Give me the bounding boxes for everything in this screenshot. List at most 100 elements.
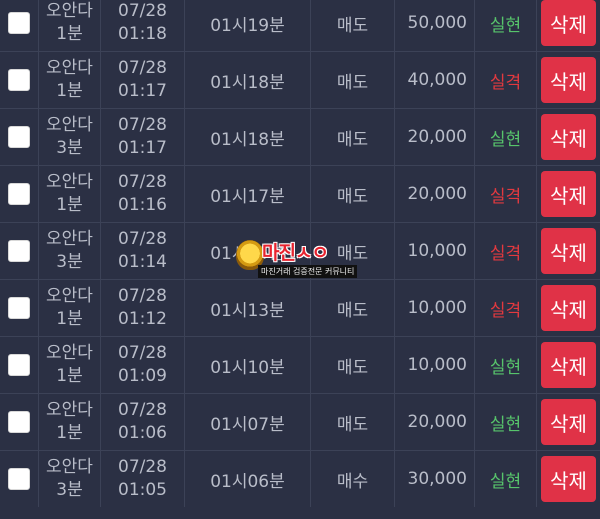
round-cell: 01시15분 (184, 223, 310, 279)
bet-time: 01:17 (118, 138, 167, 158)
game-cell: 오안다 3분 (38, 223, 100, 279)
game-name: 오안다 (46, 229, 93, 249)
delete-cell: 삭제 (536, 451, 600, 507)
bet-date: 07/28 (118, 1, 167, 21)
delete-button[interactable]: 삭제 (541, 456, 596, 502)
bet-date: 07/28 (118, 58, 167, 78)
game-interval: 3분 (56, 138, 83, 158)
result-cell: 실격 (474, 166, 536, 222)
round-cell: 01시07분 (184, 394, 310, 450)
result-cell: 실현 (474, 0, 536, 51)
amount-cell: 20,000 (394, 394, 474, 450)
round-cell: 01시13분 (184, 280, 310, 336)
row-checkbox[interactable] (8, 69, 30, 91)
select-cell (0, 394, 38, 450)
bet-date: 07/28 (118, 286, 167, 306)
table-row: 오안다 1분 07/28 01:17 01시18분 매도 40,000 실격 삭… (0, 51, 600, 108)
trade-type-cell: 매수 (310, 451, 394, 507)
round-cell: 01시19분 (184, 0, 310, 51)
table-row: 오안다 1분 07/28 01:12 01시13분 매도 10,000 실격 삭… (0, 279, 600, 336)
row-checkbox[interactable] (8, 240, 30, 262)
row-checkbox[interactable] (8, 126, 30, 148)
delete-button[interactable]: 삭제 (541, 228, 596, 274)
game-cell: 오안다 1분 (38, 337, 100, 393)
trade-type-cell: 매도 (310, 52, 394, 108)
result-cell: 실현 (474, 337, 536, 393)
trade-type-cell: 매도 (310, 394, 394, 450)
game-cell: 오안다 1분 (38, 52, 100, 108)
game-cell: 오안다 3분 (38, 109, 100, 165)
round-cell: 01시06분 (184, 451, 310, 507)
bet-time: 01:12 (118, 309, 167, 329)
bet-history-table: 오안다 1분 07/28 01:18 01시19분 매도 50,000 실현 삭… (0, 0, 600, 507)
amount-cell: 20,000 (394, 109, 474, 165)
result-cell: 실격 (474, 280, 536, 336)
delete-cell: 삭제 (536, 337, 600, 393)
amount-cell: 40,000 (394, 52, 474, 108)
bet-time: 01:18 (118, 24, 167, 44)
game-name: 오안다 (46, 172, 93, 192)
datetime-cell: 07/28 01:18 (100, 0, 184, 51)
result-cell: 실현 (474, 451, 536, 507)
game-name: 오안다 (46, 400, 93, 420)
delete-cell: 삭제 (536, 0, 600, 51)
bet-date: 07/28 (118, 343, 167, 363)
bet-time: 01:17 (118, 81, 167, 101)
delete-button[interactable]: 삭제 (541, 399, 596, 445)
bet-date: 07/28 (118, 457, 167, 477)
delete-cell: 삭제 (536, 109, 600, 165)
round-cell: 01시10분 (184, 337, 310, 393)
amount-cell: 50,000 (394, 0, 474, 51)
delete-button[interactable]: 삭제 (541, 57, 596, 103)
select-cell (0, 337, 38, 393)
row-checkbox[interactable] (8, 297, 30, 319)
amount-cell: 10,000 (394, 337, 474, 393)
datetime-cell: 07/28 01:16 (100, 166, 184, 222)
row-checkbox[interactable] (8, 411, 30, 433)
row-checkbox[interactable] (8, 12, 30, 34)
select-cell (0, 280, 38, 336)
delete-cell: 삭제 (536, 166, 600, 222)
game-name: 오안다 (46, 1, 93, 21)
game-interval: 1분 (56, 81, 83, 101)
game-cell: 오안다 1분 (38, 166, 100, 222)
trade-type-cell: 매도 (310, 166, 394, 222)
bet-time: 01:05 (118, 480, 167, 500)
delete-cell: 삭제 (536, 394, 600, 450)
game-interval: 1분 (56, 24, 83, 44)
select-cell (0, 166, 38, 222)
datetime-cell: 07/28 01:06 (100, 394, 184, 450)
row-checkbox[interactable] (8, 183, 30, 205)
delete-button[interactable]: 삭제 (541, 285, 596, 331)
bet-date: 07/28 (118, 400, 167, 420)
row-checkbox[interactable] (8, 468, 30, 490)
round-cell: 01시17분 (184, 166, 310, 222)
amount-cell: 30,000 (394, 451, 474, 507)
amount-cell: 10,000 (394, 223, 474, 279)
game-name: 오안다 (46, 286, 93, 306)
table-row: 오안다 3분 07/28 01:14 01시15분 매도 10,000 실격 삭… (0, 222, 600, 279)
bet-time: 01:14 (118, 252, 167, 272)
result-cell: 실격 (474, 223, 536, 279)
table-row: 오안다 3분 07/28 01:17 01시18분 매도 20,000 실현 삭… (0, 108, 600, 165)
delete-button[interactable]: 삭제 (541, 171, 596, 217)
round-cell: 01시18분 (184, 109, 310, 165)
delete-button[interactable]: 삭제 (541, 0, 596, 46)
delete-cell: 삭제 (536, 280, 600, 336)
bet-time: 01:06 (118, 423, 167, 443)
delete-button[interactable]: 삭제 (541, 342, 596, 388)
game-interval: 1분 (56, 195, 83, 215)
table-row: 오안다 1분 07/28 01:16 01시17분 매도 20,000 실격 삭… (0, 165, 600, 222)
game-interval: 3분 (56, 252, 83, 272)
select-cell (0, 52, 38, 108)
row-checkbox[interactable] (8, 354, 30, 376)
trade-type-cell: 매도 (310, 337, 394, 393)
game-name: 오안다 (46, 115, 93, 135)
delete-cell: 삭제 (536, 52, 600, 108)
game-cell: 오안다 1분 (38, 0, 100, 51)
bet-date: 07/28 (118, 229, 167, 249)
game-cell: 오안다 1분 (38, 280, 100, 336)
result-cell: 실격 (474, 52, 536, 108)
select-cell (0, 451, 38, 507)
delete-button[interactable]: 삭제 (541, 114, 596, 160)
